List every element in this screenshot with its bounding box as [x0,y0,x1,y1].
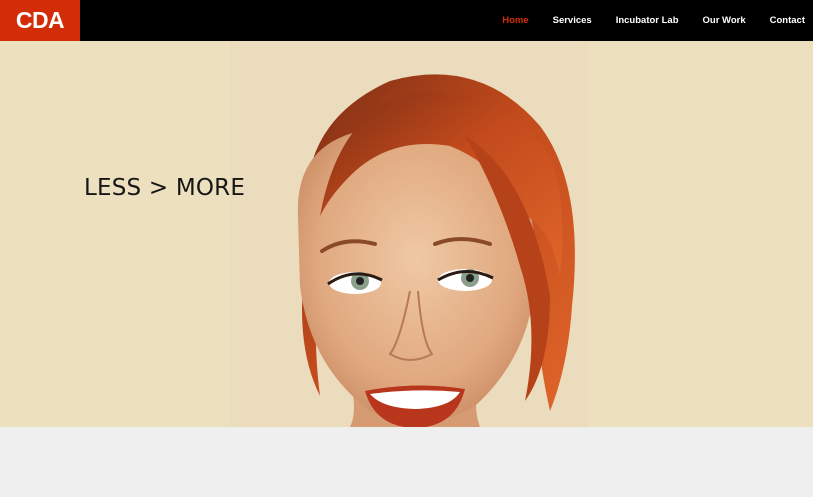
nav-home-link[interactable]: Home [490,15,540,26]
nav-incubator-lab-link[interactable]: Incubator Lab [604,15,691,26]
top-navigation-bar: CDA Home Services Incubator Lab Our Work… [0,0,813,41]
nav-our-work-link[interactable]: Our Work [691,15,758,26]
hero-portrait-image [297,74,575,427]
hero-tagline: LESS > MORE [84,175,246,201]
hero-banner: LESS > MORE [0,41,813,427]
main-nav: Home Services Incubator Lab Our Work Con… [490,0,805,41]
logo-text: CDA [15,7,65,33]
nav-services-link[interactable]: Services [541,15,604,26]
lower-content-band [0,427,813,497]
site-logo[interactable]: CDA [0,0,80,41]
nav-contact-link[interactable]: Contact [758,15,805,26]
